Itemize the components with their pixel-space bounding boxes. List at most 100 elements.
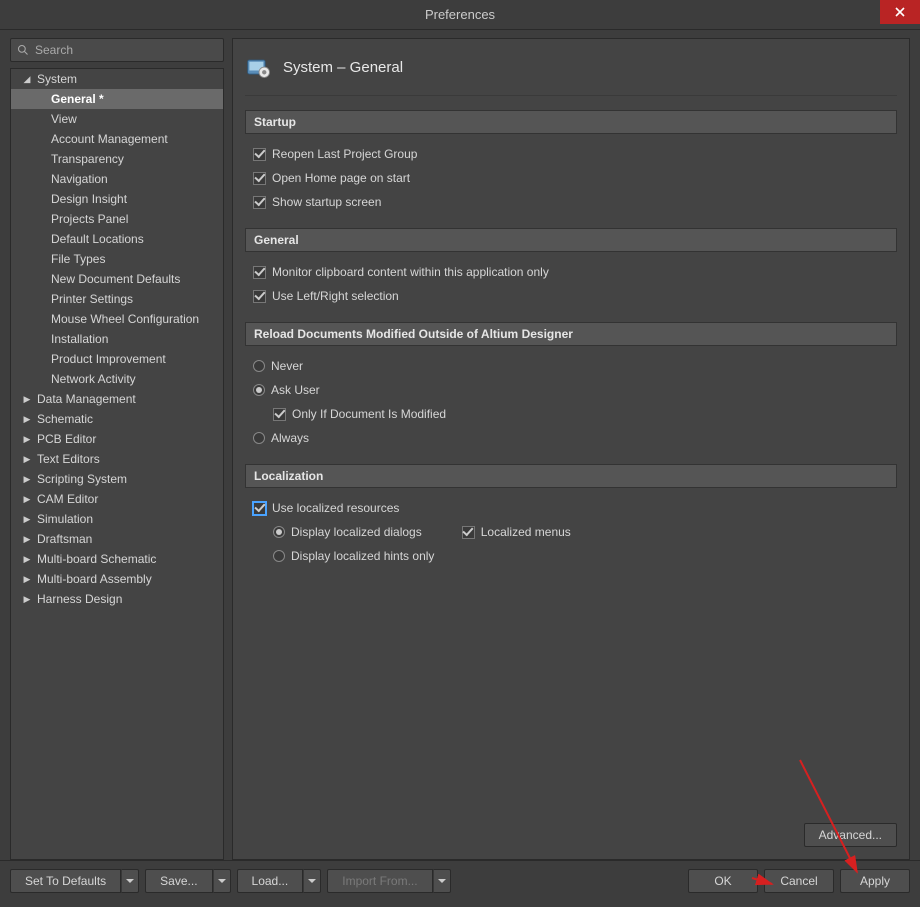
- tree-item-label: Default Locations: [51, 232, 144, 246]
- tree-item-default-locations[interactable]: Default Locations: [11, 229, 223, 249]
- tree-item-label: Multi-board Assembly: [37, 572, 152, 586]
- tree-item-label: Simulation: [37, 512, 93, 526]
- import-from-dropdown[interactable]: [433, 869, 451, 893]
- startup-checkbox-2[interactable]: [253, 196, 266, 209]
- radio-never[interactable]: [253, 360, 265, 372]
- tree-item-new-document-defaults[interactable]: New Document Defaults: [11, 269, 223, 289]
- tree-item-label: Projects Panel: [51, 212, 128, 226]
- chevron-right-icon[interactable]: ▶: [21, 393, 33, 405]
- tree-item-view[interactable]: View: [11, 109, 223, 129]
- chevron-right-icon[interactable]: ▶: [21, 453, 33, 465]
- close-icon: [895, 7, 905, 17]
- tree-item-label: CAM Editor: [37, 492, 98, 506]
- page-title: System – General: [283, 59, 403, 76]
- section-reload-header: Reload Documents Modified Outside of Alt…: [245, 322, 897, 346]
- checkbox-only-if-modified[interactable]: [273, 408, 286, 421]
- tree-item-draftsman[interactable]: ▶ Draftsman: [11, 529, 223, 549]
- page-header: System – General: [245, 49, 897, 96]
- window-title: Preferences: [425, 7, 495, 22]
- chevron-right-icon[interactable]: ▶: [21, 573, 33, 585]
- tree-item-label: Draftsman: [37, 532, 92, 546]
- startup-checkbox-1[interactable]: [253, 172, 266, 185]
- tree-item-design-insight[interactable]: Design Insight: [11, 189, 223, 209]
- ok-button[interactable]: OK: [688, 869, 758, 893]
- tree-item-label: Account Management: [51, 132, 168, 146]
- tree-item-pcb-editor[interactable]: ▶ PCB Editor: [11, 429, 223, 449]
- save-dropdown[interactable]: [213, 869, 231, 893]
- tree-item-navigation[interactable]: Navigation: [11, 169, 223, 189]
- section-startup-header: Startup: [245, 110, 897, 134]
- general-checkbox-0[interactable]: [253, 266, 266, 279]
- chevron-right-icon[interactable]: ▶: [21, 493, 33, 505]
- tree-item-label: Transparency: [51, 152, 124, 166]
- tree-item-general[interactable]: General *: [11, 89, 223, 109]
- chevron-right-icon[interactable]: ▶: [21, 593, 33, 605]
- radio-display-dialogs[interactable]: [273, 526, 285, 538]
- save-button[interactable]: Save...: [145, 869, 212, 893]
- tree-item-scripting-system[interactable]: ▶Scripting System: [11, 469, 223, 489]
- save-split[interactable]: Save...: [145, 869, 230, 893]
- page-icon: [245, 53, 273, 81]
- chevron-down-icon[interactable]: ◢: [21, 73, 33, 85]
- tree-item-label: View: [51, 112, 77, 126]
- tree-item-product-improvement[interactable]: Product Improvement: [11, 349, 223, 369]
- radio-ask-user[interactable]: [253, 384, 265, 396]
- tree-item-file-types[interactable]: File Types: [11, 249, 223, 269]
- tree-item-label: Product Improvement: [51, 352, 166, 366]
- set-defaults-dropdown[interactable]: [121, 869, 139, 893]
- chevron-right-icon[interactable]: ▶: [21, 413, 33, 425]
- tree-item-system[interactable]: ◢ System: [11, 69, 223, 89]
- tree-item-cam-editor[interactable]: ▶ CAM Editor: [11, 489, 223, 509]
- load-button[interactable]: Load...: [237, 869, 304, 893]
- tree-item-schematic[interactable]: ▶ Schematic: [11, 409, 223, 429]
- load-split[interactable]: Load...: [237, 869, 322, 893]
- radio-always[interactable]: [253, 432, 265, 444]
- startup-checkbox-0[interactable]: [253, 148, 266, 161]
- tree-item-printer-settings[interactable]: Printer Settings: [11, 289, 223, 309]
- sidebar: ◢ System General * View Account Management Tr…: [10, 38, 224, 860]
- nav-tree[interactable]: ◢ System General * View Account Management Tr…: [10, 68, 224, 860]
- chevron-right-icon[interactable]: ▶: [21, 553, 33, 565]
- tree-item-installation[interactable]: Installation: [11, 329, 223, 349]
- tree-item-label: File Types: [51, 252, 105, 266]
- tree-item-mouse-wheel-configuration[interactable]: Mouse Wheel Configuration: [11, 309, 223, 329]
- tree-item-network-activity[interactable]: Network Activity: [11, 369, 223, 389]
- startup-label-1: Open Home page on start: [272, 171, 410, 185]
- radio-display-dialogs-label: Display localized dialogs: [291, 525, 422, 539]
- tree-item-projects-panel[interactable]: Projects Panel: [11, 209, 223, 229]
- advanced-button[interactable]: Advanced...: [804, 823, 897, 847]
- tree-item-label: System: [37, 72, 77, 86]
- import-from-split[interactable]: Import From...: [327, 869, 450, 893]
- chevron-right-icon[interactable]: ▶: [21, 433, 33, 445]
- chevron-right-icon[interactable]: ▶: [21, 473, 33, 485]
- tree-item-label: Mouse Wheel Configuration: [51, 312, 199, 326]
- close-button[interactable]: [880, 0, 920, 24]
- set-defaults-button[interactable]: Set To Defaults: [10, 869, 121, 893]
- set-defaults-split[interactable]: Set To Defaults: [10, 869, 139, 893]
- tree-item-harness-design[interactable]: ▶Harness Design: [11, 589, 223, 609]
- tree-item-account-management[interactable]: Account Management: [11, 129, 223, 149]
- tree-item-simulation[interactable]: ▶ Simulation: [11, 509, 223, 529]
- radio-display-hints[interactable]: [273, 550, 285, 562]
- tree-item-data-management[interactable]: ▶ Data Management: [11, 389, 223, 409]
- chevron-right-icon[interactable]: ▶: [21, 513, 33, 525]
- cancel-button[interactable]: Cancel: [764, 869, 834, 893]
- chevron-right-icon[interactable]: ▶: [21, 533, 33, 545]
- tree-item-multi-board-schematic[interactable]: ▶Multi-board Schematic: [11, 549, 223, 569]
- general-checkbox-1[interactable]: [253, 290, 266, 303]
- search-box[interactable]: [10, 38, 224, 62]
- tree-item-text-editors[interactable]: ▶ Text Editors: [11, 449, 223, 469]
- tree-item-label: Schematic: [37, 412, 93, 426]
- tree-item-multi-board-assembly[interactable]: ▶ Multi-board Assembly: [11, 569, 223, 589]
- tree-item-label: Data Management: [37, 392, 136, 406]
- apply-button[interactable]: Apply: [840, 869, 910, 893]
- search-input[interactable]: [35, 43, 217, 57]
- tree-item-label: PCB Editor: [37, 432, 96, 446]
- load-dropdown[interactable]: [303, 869, 321, 893]
- checkbox-localized-menus[interactable]: [462, 526, 475, 539]
- checkbox-use-localized-label: Use localized resources: [272, 501, 399, 515]
- tree-item-transparency[interactable]: Transparency: [11, 149, 223, 169]
- checkbox-use-localized[interactable]: [253, 502, 266, 515]
- import-from-button[interactable]: Import From...: [327, 869, 432, 893]
- tree-item-label: Text Editors: [37, 452, 100, 466]
